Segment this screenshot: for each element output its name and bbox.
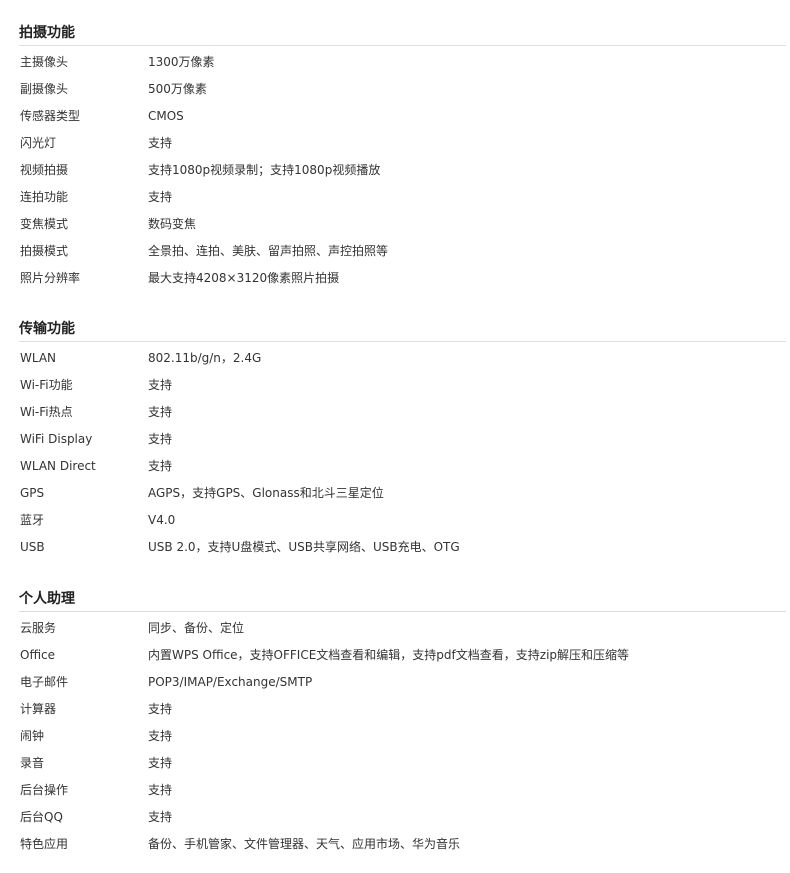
spec-value: AGPS，支持GPS、Glonass和北斗三星定位: [148, 486, 384, 500]
spec-label: WLAN: [20, 351, 57, 365]
section-connectivity: 传输功能 WLAN 802.11b/g/n，2.4G Wi-Fi功能 支持 Wi-F…: [0, 319, 790, 561]
spec-label: Wi-Fi热点: [20, 405, 73, 419]
spec-label: 连拍功能: [20, 190, 69, 204]
spec-row: WiFi Display 支持: [0, 426, 790, 453]
spec-row: 特色应用 备份、手机管家、文件管理器、天气、应用市场、华为音乐: [0, 831, 790, 858]
spec-row: 云服务 同步、备份、定位: [0, 615, 790, 642]
spec-row: 后台操作 支持: [0, 777, 790, 804]
spec-value: V4.0: [148, 513, 176, 527]
section-title: 拍摄功能: [19, 23, 786, 46]
spec-row: GPS AGPS，支持GPS、Glonass和北斗三星定位: [0, 480, 790, 507]
spec-row: 闪光灯 支持: [0, 130, 790, 157]
spec-label: 变焦模式: [20, 217, 69, 231]
section-camera: 拍摄功能 主摄像头 1300万像素 副摄像头 500万像素 传感器类型 CMOS 闪光…: [0, 23, 790, 292]
spec-label: 电子邮件: [20, 675, 69, 689]
spec-label: WiFi Display: [20, 432, 93, 446]
spec-label: 后台操作: [20, 783, 69, 797]
spec-label: 照片分辨率: [20, 271, 81, 285]
section-title-text: 拍摄功能: [19, 25, 75, 41]
spec-value: 802.11b/g/n，2.4G: [148, 351, 262, 365]
spec-value: POP3/IMAP/Exchange/SMTP: [148, 675, 313, 689]
spec-value: 支持: [148, 136, 173, 150]
spec-row: USB USB 2.0，支持U盘模式、USB共享网络、USB充电、OTG: [0, 534, 790, 561]
spec-row: 副摄像头 500万像素: [0, 76, 790, 103]
spec-row: 主摄像头 1300万像素: [0, 49, 790, 76]
section-title: 个人助理: [19, 589, 786, 612]
spec-label: 视频拍摄: [20, 163, 69, 177]
spec-table: 云服务 同步、备份、定位 Office 内置WPS Office，支持OFFICE文…: [0, 615, 790, 858]
spec-value: 支持: [148, 702, 173, 716]
spec-row: Office 内置WPS Office，支持OFFICE文档查看和编辑，支持pdf…: [0, 642, 790, 669]
spec-row: 后台QQ 支持: [0, 804, 790, 831]
spec-row: WLAN 802.11b/g/n，2.4G: [0, 345, 790, 372]
section-assistant: 个人助理 云服务 同步、备份、定位 Office 内置WPS Office，支持OF…: [0, 589, 790, 858]
spec-label: Wi-Fi功能: [20, 378, 73, 392]
spec-value: 支持: [148, 190, 173, 204]
section-title: 传输功能: [19, 319, 786, 342]
spec-value: 500万像素: [148, 82, 207, 96]
spec-value: 备份、手机管家、文件管理器、天气、应用市场、华为音乐: [148, 837, 461, 851]
section-title-text: 传输功能: [19, 321, 75, 337]
spec-label: 计算器: [20, 702, 57, 716]
spec-label: Office: [20, 648, 56, 662]
spec-value: 支持: [148, 756, 173, 770]
spec-label: 传感器类型: [20, 109, 81, 123]
spec-row: 计算器 支持: [0, 696, 790, 723]
spec-value: 支持: [148, 378, 173, 392]
spec-row: 照片分辨率 最大支持4208×3120像素照片拍摄: [0, 265, 790, 292]
spec-row: 电子邮件 POP3/IMAP/Exchange/SMTP: [0, 669, 790, 696]
spec-value: 1300万像素: [148, 55, 215, 69]
spec-value: 同步、备份、定位: [148, 621, 245, 635]
spec-value: 全景拍、连拍、美肤、留声拍照、声控拍照等: [148, 244, 389, 258]
spec-row: 连拍功能 支持: [0, 184, 790, 211]
spec-value: USB 2.0，支持U盘模式、USB共享网络、USB充电、OTG: [148, 540, 460, 554]
spec-label: 闹钟: [20, 729, 45, 743]
spec-value: 支持: [148, 432, 173, 446]
spec-row: Wi-Fi热点 支持: [0, 399, 790, 426]
spec-row: 拍摄模式 全景拍、连拍、美肤、留声拍照、声控拍照等: [0, 238, 790, 265]
spec-row: Wi-Fi功能 支持: [0, 372, 790, 399]
spec-value: 支持: [148, 459, 173, 473]
spec-label: 录音: [20, 756, 45, 770]
spec-row: 视频拍摄 支持1080p视频录制；支持1080p视频播放: [0, 157, 790, 184]
spec-value: 内置WPS Office，支持OFFICE文档查看和编辑，支持pdf文档查看，支…: [148, 648, 630, 662]
spec-label: 拍摄模式: [20, 244, 69, 258]
spec-row: 蓝牙 V4.0: [0, 507, 790, 534]
spec-label: 主摄像头: [20, 55, 69, 69]
spec-page: 拍摄功能 主摄像头 1300万像素 副摄像头 500万像素 传感器类型 CMOS 闪光…: [0, 0, 790, 873]
spec-label: 闪光灯: [20, 136, 57, 150]
section-title-text: 个人助理: [19, 591, 75, 607]
spec-value: 支持: [148, 405, 173, 419]
spec-label: WLAN Direct: [20, 459, 96, 473]
spec-row: 变焦模式 数码变焦: [0, 211, 790, 238]
spec-row: 录音 支持: [0, 750, 790, 777]
spec-value: 支持: [148, 810, 173, 824]
spec-label: 后台QQ: [20, 810, 63, 824]
spec-label: USB: [20, 540, 45, 554]
spec-value: 数码变焦: [148, 217, 197, 231]
spec-value: CMOS: [148, 109, 184, 123]
spec-table: WLAN 802.11b/g/n，2.4G Wi-Fi功能 支持 Wi-Fi热点 支持…: [0, 345, 790, 561]
spec-value: 支持: [148, 729, 173, 743]
spec-label: 云服务: [20, 621, 57, 635]
spec-row: 传感器类型 CMOS: [0, 103, 790, 130]
spec-row: WLAN Direct 支持: [0, 453, 790, 480]
spec-label: GPS: [20, 486, 45, 500]
spec-label: 蓝牙: [20, 513, 45, 527]
spec-label: 副摄像头: [20, 82, 69, 96]
spec-value: 最大支持4208×3120像素照片拍摄: [148, 271, 340, 285]
spec-value: 支持1080p视频录制；支持1080p视频播放: [148, 163, 381, 177]
spec-label: 特色应用: [20, 837, 69, 851]
spec-row: 闹钟 支持: [0, 723, 790, 750]
spec-value: 支持: [148, 783, 173, 797]
spec-table: 主摄像头 1300万像素 副摄像头 500万像素 传感器类型 CMOS 闪光灯 支持 视…: [0, 49, 790, 292]
